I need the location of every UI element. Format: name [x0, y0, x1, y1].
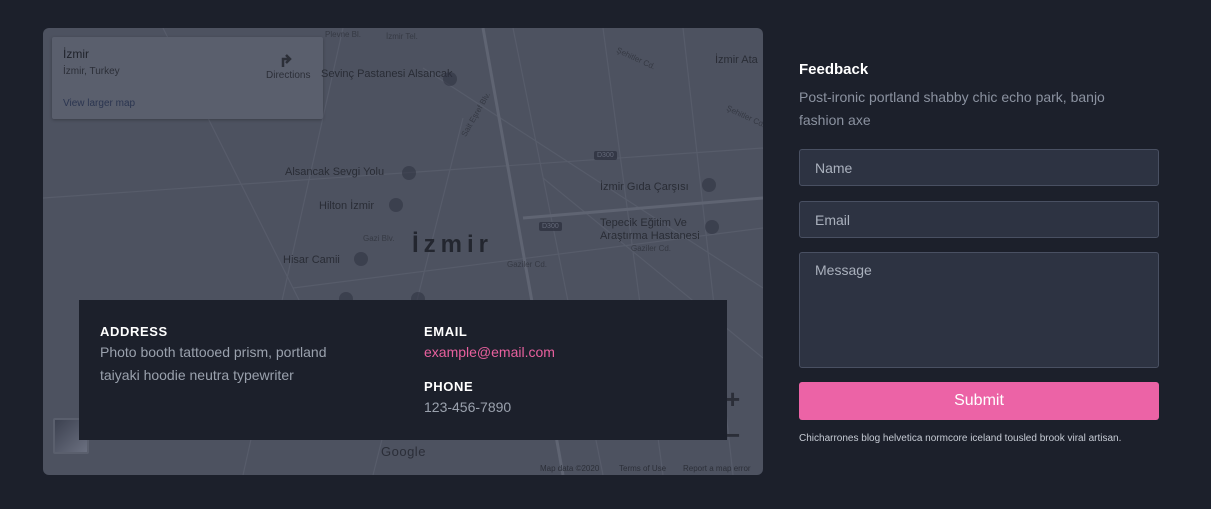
name-input[interactable] [799, 149, 1159, 186]
map-street-label: Gazi Blv. [363, 234, 395, 243]
map-pin-icon [705, 220, 719, 234]
submit-button[interactable]: Submit [799, 382, 1159, 420]
map-pin-icon [443, 72, 457, 86]
map-terms-link[interactable]: Terms of Use [619, 464, 666, 473]
feedback-note: Chicharrones blog helvetica normcore ice… [799, 433, 1122, 444]
road-badge: D300 [594, 151, 617, 160]
map-report-link[interactable]: Report a map error [683, 464, 751, 473]
address-heading: ADDRESS [100, 324, 168, 339]
zoom-out-button[interactable]: − [725, 422, 740, 448]
feedback-title: Feedback [799, 61, 869, 78]
phone-value: 123-456-7890 [424, 399, 512, 415]
map-place-name: İzmir [63, 47, 89, 61]
map-poi-label: Sevinç Pastanesi Alsancak [321, 68, 453, 80]
map-street-label: Plevne Bl. [325, 30, 362, 39]
view-larger-map-link[interactable]: View larger map [63, 98, 135, 109]
email-link[interactable]: example@email.com [424, 341, 555, 364]
map-poi-label: İzmir Gıda Çarşısı [600, 181, 689, 193]
phone-heading: PHONE [424, 379, 474, 394]
zoom-in-button[interactable]: + [725, 386, 740, 412]
map-pin-icon [354, 252, 368, 266]
email-heading: EMAIL [424, 324, 468, 339]
feedback-description: Post-ironic portland shabby chic echo pa… [799, 89, 1105, 128]
map-place-region: İzmir, Turkey [63, 66, 120, 77]
map-pin-icon [389, 198, 403, 212]
map-city-label: İzmir [412, 231, 494, 258]
map-street-label: Gaziler Cd. [631, 244, 672, 253]
map-poi-label: İzmir Ata [715, 54, 758, 66]
road-badge: D300 [539, 222, 562, 231]
address-line-2: taiyaki hoodie neutra typewriter [100, 367, 294, 383]
message-textarea[interactable] [799, 252, 1159, 368]
map-data-credit: Map data ©2020 [540, 464, 600, 473]
map-pin-icon [402, 166, 416, 180]
map-poi-label: Alsancak Sevgi Yolu [285, 166, 385, 178]
contact-info-card: ADDRESS Photo booth tattooed prism, port… [79, 300, 727, 440]
map-poi-label: Tepecik Eğitim Ve Araştırma Hastanesi [600, 217, 700, 242]
map-pin-icon [702, 178, 716, 192]
map-poi-label: Hilton İzmir [319, 200, 375, 212]
address-line-1: Photo booth tattooed prism, portland [100, 344, 327, 360]
email-input[interactable] [799, 201, 1159, 238]
map-street-label: Gaziler Cd. [507, 260, 548, 269]
map-place-card: İzmir İzmir, Turkey View larger map Dire… [52, 37, 323, 119]
google-logo: Google [381, 444, 426, 459]
directions-icon[interactable] [275, 49, 295, 69]
map-street-label: İzmir Tel. [386, 32, 418, 41]
directions-button[interactable]: Directions [266, 70, 310, 81]
map-poi-label: Hisar Camii [283, 254, 340, 266]
